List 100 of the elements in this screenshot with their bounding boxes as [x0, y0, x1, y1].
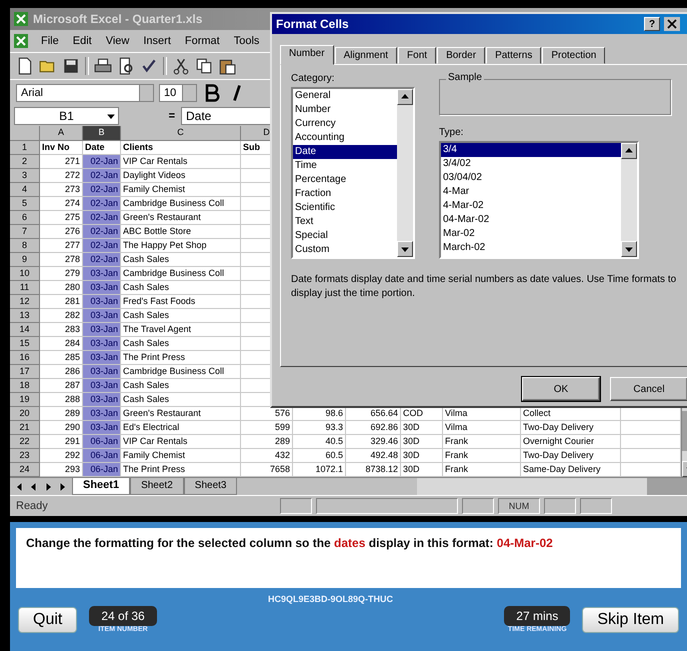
- row-header[interactable]: 24: [10, 463, 40, 477]
- table-cell: The Travel Agent: [121, 323, 241, 337]
- dialog-button[interactable]: OK: [522, 377, 600, 401]
- row-header[interactable]: 13: [10, 309, 40, 323]
- table-cell: VIP Car Rentals: [121, 435, 241, 449]
- quit-button[interactable]: Quit: [18, 606, 78, 632]
- column-header[interactable]: C: [121, 126, 241, 141]
- row-header[interactable]: 15: [10, 337, 40, 351]
- font-size-dropdown[interactable]: 10: [159, 84, 197, 102]
- type-label: Type:: [439, 127, 464, 138]
- row-header[interactable]: 9: [10, 253, 40, 267]
- row-header[interactable]: 14: [10, 323, 40, 337]
- print-preview-icon[interactable]: [117, 57, 135, 75]
- type-list[interactable]: 3/4 3/4/02 03/04/02 4-Mar 4-Mar-02 04-Mar-02 Mar-02 March-02: [439, 141, 639, 259]
- list-item[interactable]: 4-Mar-02: [441, 199, 621, 213]
- table-cell: Cambridge Business Coll: [121, 197, 241, 211]
- dialog-tab[interactable]: Font: [398, 47, 436, 64]
- list-item[interactable]: Custom: [293, 243, 397, 257]
- row-header[interactable]: 12: [10, 295, 40, 309]
- column-header[interactable]: B: [83, 126, 121, 141]
- status-pane: [280, 498, 312, 514]
- menu-item[interactable]: Format: [182, 35, 222, 47]
- row-header[interactable]: 16: [10, 351, 40, 365]
- name-box[interactable]: B1: [14, 107, 119, 125]
- list-item[interactable]: Fraction: [293, 187, 397, 201]
- list-item[interactable]: 3/4: [441, 143, 621, 157]
- column-header[interactable]: A: [40, 126, 83, 141]
- list-item[interactable]: 04-Mar-02: [441, 213, 621, 227]
- list-item[interactable]: General: [293, 89, 397, 103]
- row-header[interactable]: 5: [10, 197, 40, 211]
- list-item[interactable]: Special: [293, 229, 397, 243]
- table-cell: Family Chemist: [121, 449, 241, 463]
- close-icon[interactable]: [664, 17, 680, 31]
- help-button[interactable]: ?: [644, 17, 660, 31]
- copy-icon[interactable]: [195, 57, 213, 75]
- table-cell: Cambridge Business Coll: [121, 267, 241, 281]
- row-header[interactable]: 21: [10, 421, 40, 435]
- table-cell: 03-Jan: [83, 365, 121, 379]
- row-header[interactable]: 8: [10, 239, 40, 253]
- sheet-tab[interactable]: Sheet3: [184, 478, 238, 495]
- list-item[interactable]: Percentage: [293, 173, 397, 187]
- dialog-tab[interactable]: Protection: [542, 47, 606, 64]
- dialog-tab[interactable]: Border: [437, 47, 486, 64]
- list-item[interactable]: Date: [293, 145, 397, 159]
- skip-item-button[interactable]: Skip Item: [582, 606, 679, 632]
- checkmark-icon[interactable]: [140, 57, 158, 75]
- list-item[interactable]: Accounting: [293, 131, 397, 145]
- menu-item[interactable]: View: [104, 35, 132, 47]
- new-document-icon[interactable]: [16, 57, 34, 75]
- list-item[interactable]: 3/4/02: [441, 157, 621, 171]
- table-cell: 03-Jan: [83, 295, 121, 309]
- menu-item[interactable]: Tools: [232, 35, 262, 47]
- clipboard-icon[interactable]: [218, 57, 236, 75]
- row-header[interactable]: 22: [10, 435, 40, 449]
- list-item[interactable]: 4-Mar: [441, 185, 621, 199]
- list-item[interactable]: 03/04/02: [441, 171, 621, 185]
- dialog-tab[interactable]: Number: [280, 45, 334, 65]
- menu-item[interactable]: Edit: [70, 35, 94, 47]
- table-cell: 03-Jan: [83, 379, 121, 393]
- table-cell: 03-Jan: [83, 407, 121, 421]
- menu-item[interactable]: File: [39, 35, 61, 47]
- font-dropdown[interactable]: Arial: [16, 84, 154, 102]
- list-item[interactable]: March-02: [441, 241, 621, 255]
- list-item[interactable]: Text: [293, 215, 397, 229]
- row-header[interactable]: 19: [10, 393, 40, 407]
- list-item[interactable]: Currency: [293, 117, 397, 131]
- row-header[interactable]: 23: [10, 449, 40, 463]
- category-list[interactable]: General Number Currency Accounting Date Time Percentage Fraction Scientific Text Special Custom: [291, 87, 415, 259]
- save-icon[interactable]: [62, 57, 80, 75]
- dialog-button[interactable]: Cancel: [610, 377, 687, 401]
- sample-label: Sample: [446, 72, 484, 83]
- row-header[interactable]: 1: [10, 141, 40, 155]
- table-cell: Green's Restaurant: [121, 211, 241, 225]
- menu-item[interactable]: Insert: [141, 35, 173, 47]
- dialog-tab[interactable]: Patterns: [486, 47, 542, 64]
- spreadsheet-icon[interactable]: [13, 33, 29, 49]
- row-header[interactable]: 11: [10, 281, 40, 295]
- row-header[interactable]: 10: [10, 267, 40, 281]
- table-cell: Clients: [121, 141, 241, 155]
- row-header[interactable]: 20: [10, 407, 40, 421]
- dialog-tab[interactable]: Alignment: [334, 47, 398, 64]
- list-item[interactable]: Scientific: [293, 201, 397, 215]
- row-header[interactable]: 4: [10, 183, 40, 197]
- row-header[interactable]: 17: [10, 365, 40, 379]
- horizontal-scrollbar[interactable]: [417, 478, 687, 495]
- row-header[interactable]: 6: [10, 211, 40, 225]
- table-cell: Cambridge Business Coll: [121, 365, 241, 379]
- printer-icon[interactable]: [94, 57, 112, 75]
- row-header[interactable]: 7: [10, 225, 40, 239]
- row-header[interactable]: 3: [10, 169, 40, 183]
- table-cell: 02-Jan: [83, 239, 121, 253]
- list-item[interactable]: Number: [293, 103, 397, 117]
- status-pane: [544, 498, 576, 514]
- scissors-icon[interactable]: [172, 57, 190, 75]
- row-header[interactable]: 2: [10, 155, 40, 169]
- list-item[interactable]: Mar-02: [441, 227, 621, 241]
- list-item[interactable]: Time: [293, 159, 397, 173]
- row-header[interactable]: 18: [10, 379, 40, 393]
- sheet-tab[interactable]: Sheet1: [72, 478, 130, 495]
- sheet-tab[interactable]: Sheet2: [130, 478, 184, 495]
